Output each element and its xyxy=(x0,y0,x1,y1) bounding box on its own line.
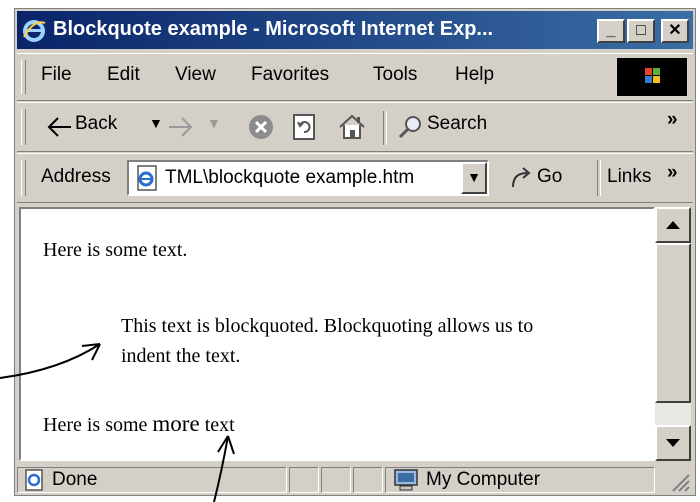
more-arrow xyxy=(213,435,235,502)
annotation-arrows xyxy=(0,343,235,502)
blockquote-arrow xyxy=(0,343,101,379)
